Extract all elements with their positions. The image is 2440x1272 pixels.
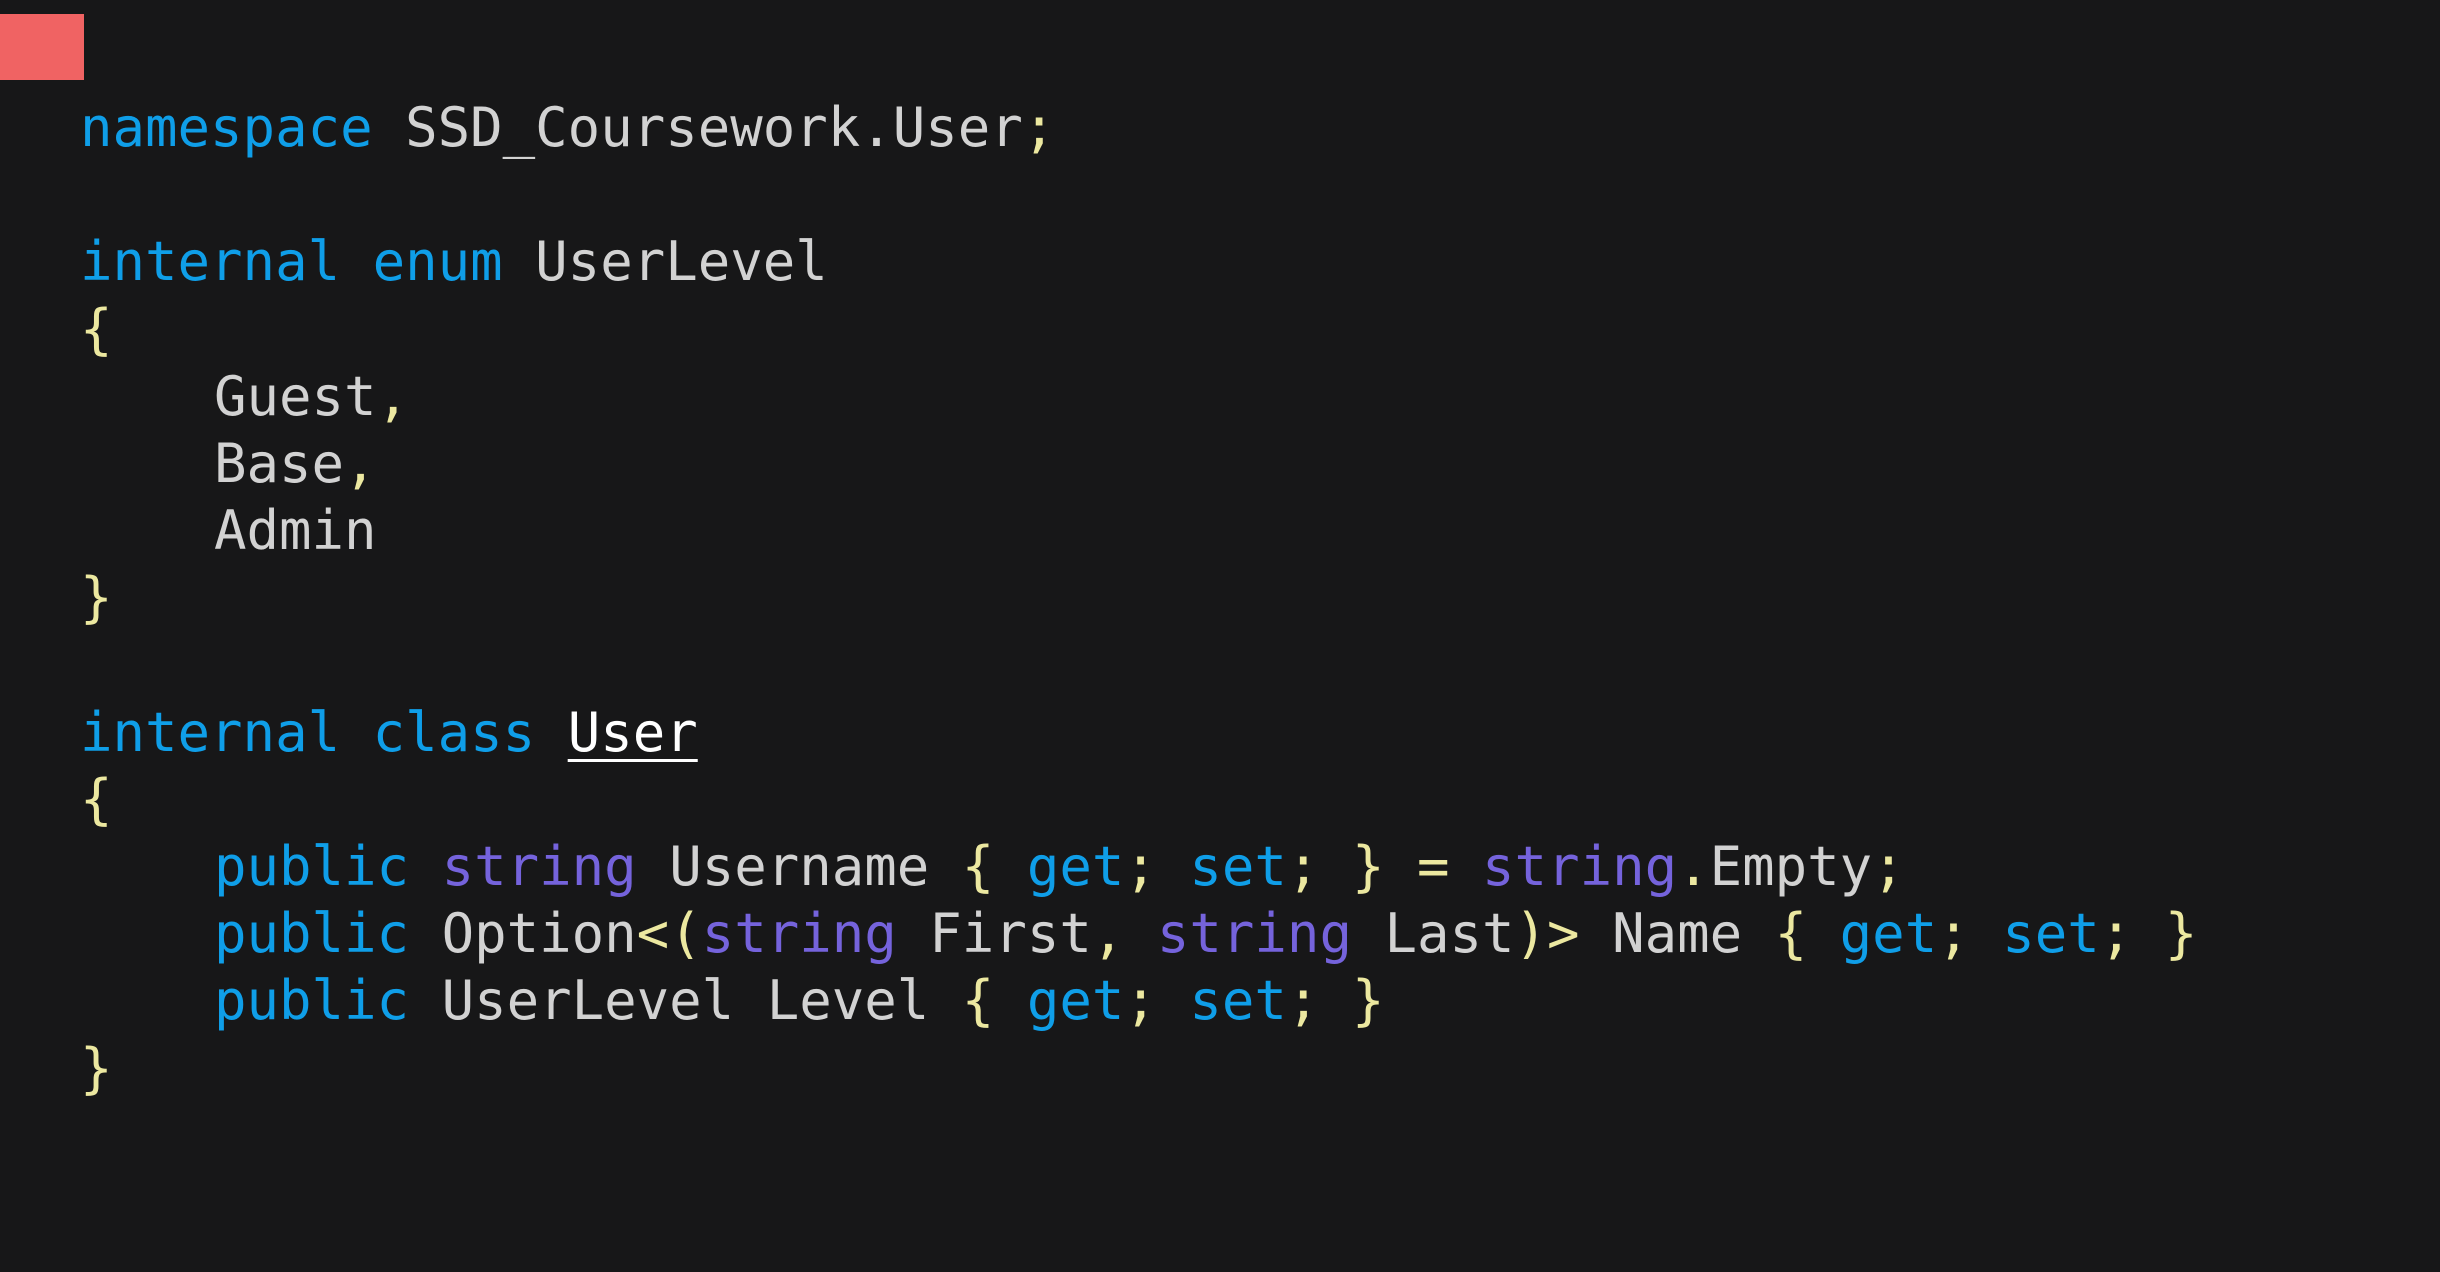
tuple-field-last: Last [1384,902,1515,966]
type-string: string [441,835,637,899]
punct-semicolon: ; [1286,969,1320,1033]
keyword-get: get [1026,835,1125,899]
punct-comma: , [1091,902,1125,966]
code-block[interactable]: namespace SSD_Coursework.User; internal … [80,94,2197,1102]
code-line-property-username: public string Username { get; set; } = s… [80,833,2197,900]
punct-rparen: ) [1514,902,1548,966]
punct-close-brace: } [1351,969,1385,1033]
punct-open-brace: { [961,835,995,899]
keyword-internal: internal [80,700,341,764]
code-line-enum-close: } [80,564,2197,631]
keyword-set: set [1189,969,1287,1033]
punct-close-brace: } [80,566,113,630]
punct-semicolon: ; [1872,835,1905,899]
enum-member: Guest [214,364,377,428]
punct-semicolon: ; [2099,902,2133,966]
punct-gt: > [1547,902,1580,966]
enum-member: Base [214,431,345,495]
punct-open-brace: { [80,767,113,831]
keyword-public: public [214,969,410,1033]
punct-semicolon: ; [1124,969,1157,1033]
type-string: string [1482,835,1678,899]
code-line-property-level: public UserLevel Level { get; set; } [80,967,2197,1034]
keyword-get: get [1839,902,1938,966]
property-name: Username [669,835,930,899]
cursor-marker [0,14,84,80]
keyword-namespace: namespace [80,96,373,159]
punct-close-brace: } [80,1036,113,1100]
punct-semicolon: ; [1124,835,1157,899]
property-name: Level [766,969,930,1033]
keyword-set: set [2002,902,2100,966]
code-line-enum-open: { [80,296,2197,363]
tuple-field-first: First [929,902,1092,966]
punct-semicolon: ; [1937,902,1970,966]
code-line-class-open: { [80,766,2197,833]
code-line-property-name: public Option<(string First, string Last… [80,900,2197,967]
code-line-namespace: namespace SSD_Coursework.User; [80,94,2197,161]
member-empty: Empty [1709,835,1873,899]
punct-semicolon: ; [1286,835,1320,899]
keyword-public: public [214,902,410,966]
code-line-class-close: } [80,1035,2197,1102]
punct-open-brace: { [961,969,995,1033]
enum-member: Admin [214,499,377,563]
code-line-enum-member: Base, [80,430,2197,497]
property-name: Name [1612,902,1743,966]
type-userlevel: UserLevel [441,969,735,1033]
code-line-enum-decl: internal enum UserLevel [80,228,2197,295]
keyword-internal: internal [80,230,341,294]
keyword-public: public [214,835,410,899]
keyword-class: class [372,700,536,764]
punct-comma: , [344,431,377,495]
punct-open-brace: { [1774,902,1808,966]
type-string: string [701,902,897,966]
punct-dot: . [1677,835,1710,899]
punct-close-brace: } [1351,835,1385,899]
keyword-get: get [1026,969,1125,1033]
type-option: Option [441,902,637,966]
code-line-enum-member: Guest, [80,363,2197,430]
punct-comma: , [376,364,410,428]
punct-equals: = [1417,835,1450,899]
punct-close-brace: } [2164,902,2198,966]
code-line-enum-member: Admin [80,497,2197,564]
type-string: string [1156,902,1352,966]
keyword-enum: enum [372,230,503,294]
class-name-highlighted[interactable]: User [568,701,698,764]
punct-lt: < [636,902,670,966]
code-editor[interactable]: namespace SSD_Coursework.User; internal … [0,0,2440,1272]
enum-name: UserLevel [535,230,828,294]
punct-semicolon: ; [1022,96,1056,159]
punct-lparen: ( [669,902,702,966]
code-line-class-decl: internal class User [80,699,2197,766]
punct-open-brace: { [80,297,113,361]
keyword-set: set [1189,835,1287,899]
namespace-name: SSD_Coursework.User [405,96,1023,159]
